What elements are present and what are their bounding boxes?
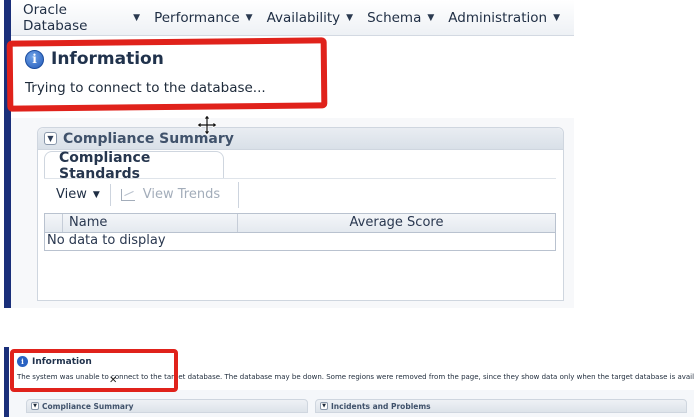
collapse-icon[interactable]: ▼ — [31, 402, 39, 410]
menu-label: Oracle Database — [23, 1, 88, 34]
empty-table-message: No data to display — [44, 233, 556, 251]
menu-label: Administration — [448, 9, 548, 26]
compliance-summary-header[interactable]: ▼ Compliance Summary — [38, 128, 563, 150]
compliance-summary-header[interactable]: ▼ Compliance Summary — [26, 399, 308, 413]
column-header-name[interactable]: Name — [63, 214, 238, 232]
menu-label: Schema — [367, 9, 422, 26]
trend-chart-icon — [120, 188, 135, 201]
view-label: View — [56, 187, 87, 202]
tab-label: Compliance Standards — [59, 149, 151, 182]
close-cursor-icon: ✕ — [109, 375, 118, 386]
menu-administration[interactable]: Administration ▼ — [448, 10, 560, 26]
target-menu-bar: Oracle Database ▼ Performance ▼ Availabili… — [11, 0, 574, 36]
menu-label: Availability — [266, 9, 341, 26]
toolbar-divider — [109, 183, 111, 206]
row-selector-header[interactable] — [45, 214, 63, 232]
chevron-down-icon: ▼ — [245, 12, 253, 23]
chevron-down-icon: ▼ — [553, 12, 560, 23]
view-menu-button[interactable]: View ▼ — [56, 187, 100, 202]
menu-availability[interactable]: Availability ▼ — [267, 10, 354, 26]
chevron-down-icon: ▼ — [92, 189, 100, 200]
chevron-down-icon: ▼ — [346, 12, 354, 23]
tab-compliance-standards[interactable]: Compliance Standards — [44, 149, 224, 182]
view-trends-button[interactable]: View Trends — [120, 187, 221, 202]
section-title: Compliance Summary — [42, 401, 134, 411]
move-cursor-icon — [196, 114, 218, 136]
table-toolbar: View ▼ View Trends — [44, 178, 556, 210]
toolbar-divider — [238, 181, 240, 208]
menu-oracle-database[interactable]: Oracle Database ▼ — [23, 2, 140, 34]
menu-schema[interactable]: Schema ▼ — [367, 10, 434, 26]
view-trends-label: View Trends — [142, 187, 221, 202]
incidents-and-problems-header[interactable]: ▼ Incidents and Problems — [315, 399, 687, 413]
chevron-down-icon: ▼ — [427, 12, 435, 23]
menu-label: Performance — [154, 9, 240, 26]
menu-performance[interactable]: Performance ▼ — [154, 10, 252, 26]
compliance-table: Name Average Score No data to display — [44, 213, 556, 251]
table-header-row: Name Average Score — [44, 213, 556, 233]
column-header-average-score[interactable]: Average Score — [238, 214, 555, 232]
collapse-icon[interactable]: ▼ — [320, 402, 328, 410]
red-highlight-annotation — [6, 37, 328, 112]
red-highlight-annotation — [10, 349, 178, 392]
collapse-icon[interactable]: ▼ — [44, 132, 57, 145]
compliance-summary-region: ▼ Compliance Summary Compliance Standard… — [37, 127, 564, 301]
chevron-down-icon: ▼ — [133, 12, 141, 23]
section-title: Incidents and Problems — [331, 401, 431, 411]
